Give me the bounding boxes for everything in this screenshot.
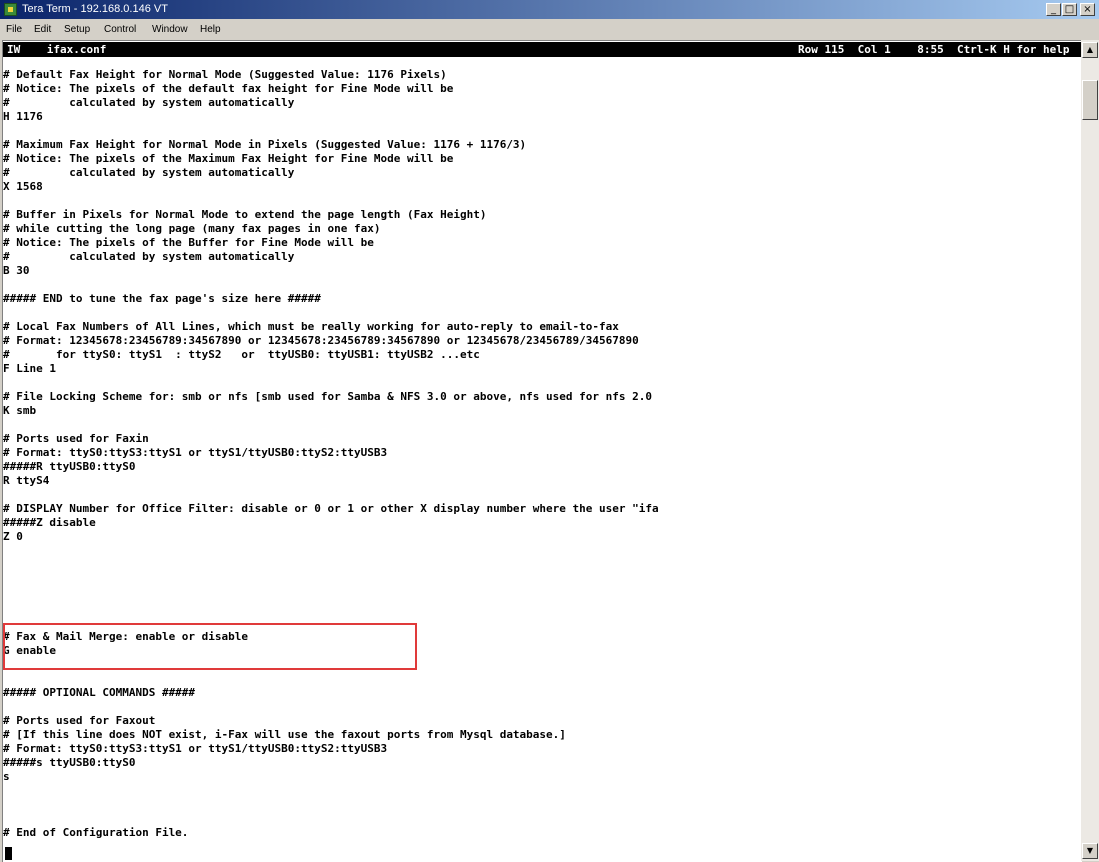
scrollbar-thumb[interactable] <box>1082 80 1098 120</box>
terminal-line: # while cutting the long page (many fax … <box>3 222 381 235</box>
menu-file[interactable]: File <box>6 19 22 40</box>
terminal-line: # Buffer in Pixels for Normal Mode to ex… <box>3 208 487 221</box>
terminal-line: # Format: ttyS0:ttyS3:ttyS1 or ttyS1/tty… <box>3 742 388 755</box>
text-cursor <box>5 847 12 860</box>
terminal-line: # Default Fax Height for Normal Mode (Su… <box>3 68 447 81</box>
terminal-line: s <box>3 770 10 783</box>
terminal-line: ##### END to tune the fax page's size he… <box>3 292 321 305</box>
terminal-line: # [If this line does NOT exist, i-Fax wi… <box>3 728 566 741</box>
terminal-line: # Maximum Fax Height for Normal Mode in … <box>3 138 527 151</box>
terminal-line: B 30 <box>3 264 30 277</box>
terminal-line: # Ports used for Faxout <box>3 714 156 727</box>
terminal-line: X 1568 <box>3 180 43 193</box>
terminal-line: # Ports used for Faxin <box>3 432 149 445</box>
tera-term-icon[interactable] <box>4 3 17 16</box>
window-title: Tera Term - 192.168.0.146 VT <box>22 3 168 15</box>
terminal-line: # File Locking Scheme for: smb or nfs [s… <box>3 390 653 403</box>
terminal-line: #####R ttyUSB0:ttyS0 <box>3 460 136 473</box>
terminal-line: # Format: 12345678:23456789:34567890 or … <box>3 334 639 347</box>
title-bar[interactable]: Tera Term - 192.168.0.146 VT _ □ × <box>0 0 1099 19</box>
menu-setup[interactable]: Setup <box>64 19 90 40</box>
menu-window[interactable]: Window <box>152 19 188 40</box>
terminal-line: # DISPLAY Number for Office Filter: disa… <box>3 502 659 515</box>
terminal-screen[interactable]: IW ifax.conf Row 115 Col 1 8:55 Ctrl-K H… <box>2 40 1082 862</box>
terminal-line: R ttyS4 <box>3 474 50 487</box>
vertical-scrollbar[interactable]: ▲ ▼ <box>1081 40 1099 861</box>
terminal-line: ##### OPTIONAL COMMANDS ##### <box>3 686 196 699</box>
terminal-line: H 1176 <box>3 110 43 123</box>
menu-control[interactable]: Control <box>104 19 136 40</box>
down-arrow-icon[interactable]: ▼ <box>1082 843 1098 859</box>
editor-status-bar: IW ifax.conf Row 115 Col 1 8:55 Ctrl-K H… <box>3 42 1082 57</box>
terminal-line: # calculated by system automatically <box>3 166 295 179</box>
editor-cursor-position: Row 115 Col 1 8:55 Ctrl-K H for help <box>798 43 1070 56</box>
terminal-line: # Notice: The pixels of the Maximum Fax … <box>3 152 454 165</box>
terminal-line: Z 0 <box>3 530 23 543</box>
terminal-line: # calculated by system automatically <box>3 250 295 263</box>
terminal-line: #####s ttyUSB0:ttyS0 <box>3 756 136 769</box>
terminal-line: K smb <box>3 404 37 417</box>
highlight-box <box>3 623 417 670</box>
terminal-line: # calculated by system automatically <box>3 96 295 109</box>
terminal-line: # Notice: The pixels of the default fax … <box>3 82 454 95</box>
minimize-button[interactable]: _ <box>1046 3 1061 16</box>
terminal-line: # End of Configuration File. <box>3 826 189 839</box>
terminal-window: Tera Term - 192.168.0.146 VT _ □ × File … <box>0 0 1099 862</box>
close-button[interactable]: × <box>1080 3 1095 16</box>
menu-help[interactable]: Help <box>200 19 221 40</box>
maximize-button[interactable]: □ <box>1062 3 1077 16</box>
terminal-line: #####Z disable <box>3 516 96 529</box>
terminal-line: # Notice: The pixels of the Buffer for F… <box>3 236 374 249</box>
terminal-line: # for ttyS0: ttyS1 : ttyS2 or ttyUSB0: t… <box>3 348 480 361</box>
up-arrow-icon[interactable]: ▲ <box>1082 42 1098 58</box>
terminal-line: # Format: ttyS0:ttyS3:ttyS1 or ttyS1/tty… <box>3 446 388 459</box>
editor-file-name: IW ifax.conf <box>7 43 107 56</box>
terminal-line: F Line 1 <box>3 362 56 375</box>
menu-bar: File Edit Setup Control Window Help <box>0 19 1099 40</box>
menu-edit[interactable]: Edit <box>34 19 51 40</box>
terminal-line: # Local Fax Numbers of All Lines, which … <box>3 320 619 333</box>
